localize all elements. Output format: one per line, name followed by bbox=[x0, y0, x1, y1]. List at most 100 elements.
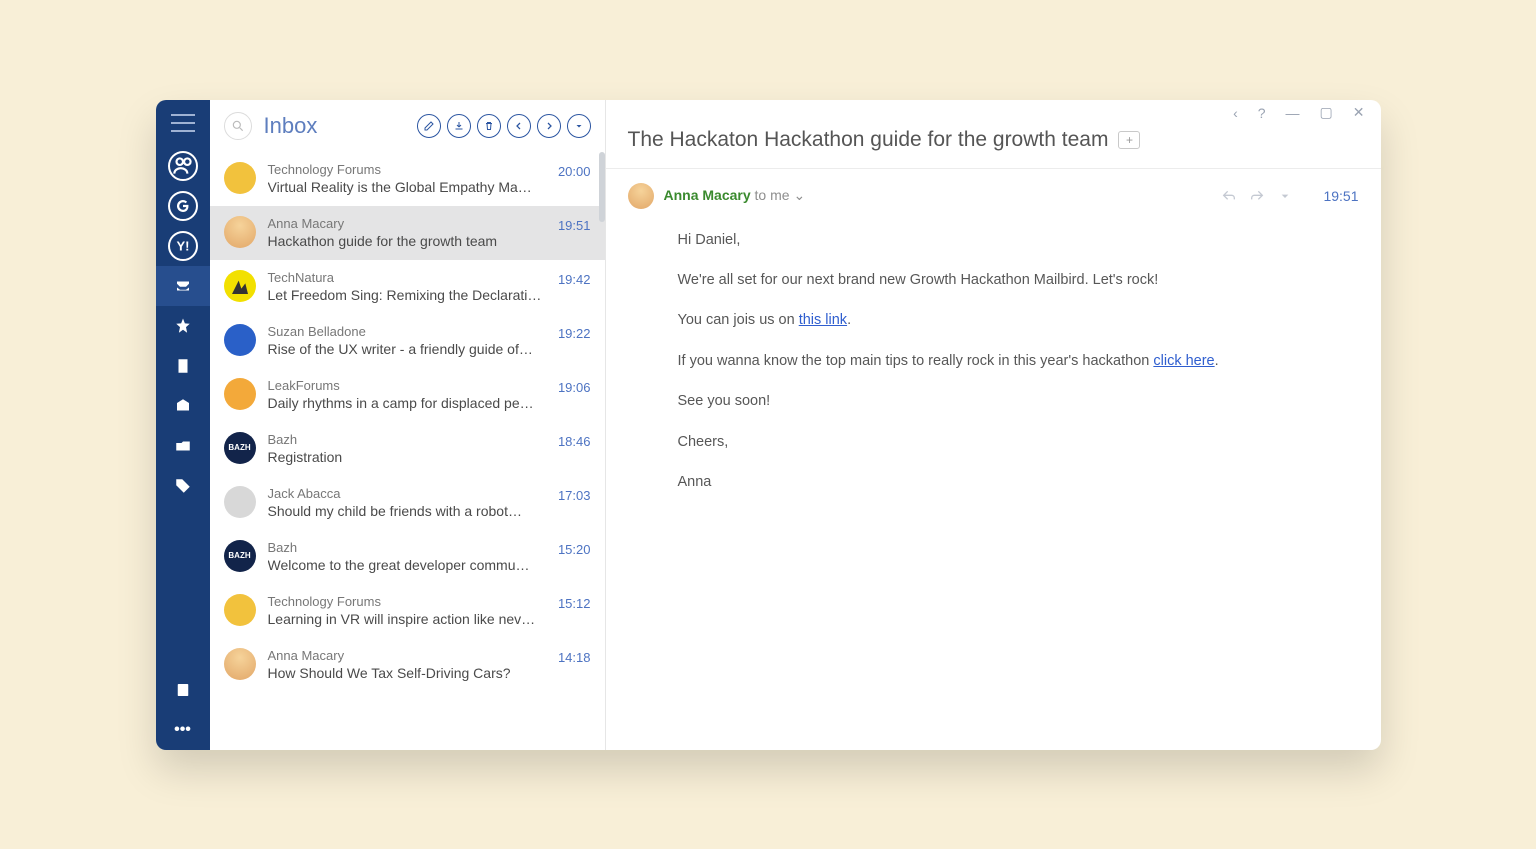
list-header: Inbox bbox=[210, 100, 605, 152]
back-button[interactable]: ‹ bbox=[1233, 105, 1238, 121]
search-icon[interactable] bbox=[224, 112, 252, 140]
message-actions: 19:51 bbox=[1221, 188, 1358, 204]
sender: Suzan Belladone bbox=[268, 324, 546, 339]
app-window: Y! ••• In bbox=[156, 100, 1381, 750]
more-button[interactable] bbox=[567, 114, 591, 138]
subject: Daily rhythms in a camp for displaced pe… bbox=[268, 395, 546, 411]
dropdown-icon[interactable] bbox=[1277, 188, 1293, 204]
subject: Registration bbox=[268, 449, 546, 465]
sidebar-item-inbox[interactable] bbox=[156, 266, 210, 306]
reading-pane: ‹ ? — ▢ ✕ The Hackaton Hackathon guide f… bbox=[606, 100, 1381, 750]
sidebar: Y! ••• bbox=[156, 100, 210, 750]
message-body: Hi Daniel, We're all set for our next br… bbox=[606, 223, 1381, 512]
list-toolbar bbox=[417, 114, 591, 138]
avatar bbox=[224, 324, 256, 356]
mail-time: 19:51 bbox=[558, 216, 591, 233]
mail-time: 17:03 bbox=[558, 486, 591, 503]
body-p1: We're all set for our next brand new Gro… bbox=[678, 269, 1359, 291]
from-name: Anna Macary bbox=[664, 187, 751, 203]
subject: Learning in VR will inspire action like … bbox=[268, 611, 546, 627]
subject: Let Freedom Sing: Remixing the Declarati… bbox=[268, 287, 546, 303]
avatar bbox=[224, 270, 256, 302]
mail-row[interactable]: Suzan Belladone Rise of the UX writer - a… bbox=[210, 314, 605, 368]
sender: Bazh bbox=[268, 432, 546, 447]
mail-list: Technology Forums Virtual Reality is the … bbox=[210, 152, 605, 750]
link-this-link[interactable]: this link bbox=[799, 312, 847, 328]
mail-time: 19:06 bbox=[558, 378, 591, 395]
link-click-here[interactable]: click here bbox=[1153, 353, 1214, 369]
subject: Should my child be friends with a robot… bbox=[268, 503, 546, 519]
mail-time: 18:46 bbox=[558, 432, 591, 449]
sender: Technology Forums bbox=[268, 594, 546, 609]
minimize-button[interactable]: — bbox=[1286, 105, 1300, 121]
sidebar-item-attachments[interactable] bbox=[156, 386, 210, 426]
subject: How Should We Tax Self-Driving Cars? bbox=[268, 665, 546, 681]
sender: LeakForums bbox=[268, 378, 546, 393]
help-button[interactable]: ? bbox=[1258, 105, 1266, 121]
avatar: BAZH bbox=[224, 540, 256, 572]
archive-button[interactable] bbox=[447, 114, 471, 138]
message-time: 19:51 bbox=[1323, 188, 1358, 204]
mail-row[interactable]: Technology Forums Learning in VR will ins… bbox=[210, 584, 605, 638]
body-p3: If you wanna know the top main tips to r… bbox=[678, 350, 1359, 372]
mail-time: 20:00 bbox=[558, 162, 591, 179]
subject: Rise of the UX writer - a friendly guide… bbox=[268, 341, 546, 357]
avatar bbox=[224, 594, 256, 626]
forward-button[interactable] bbox=[537, 114, 561, 138]
subject: Welcome to the great developer commu… bbox=[268, 557, 546, 573]
body-p5: Cheers, bbox=[678, 431, 1359, 453]
mail-row[interactable]: BAZHBazhWelcome to the great developer c… bbox=[210, 530, 605, 584]
body-p6: Anna bbox=[678, 471, 1359, 493]
scrollbar[interactable] bbox=[599, 152, 605, 222]
sidebar-item-files[interactable] bbox=[156, 426, 210, 466]
account-yahoo-icon[interactable]: Y! bbox=[168, 231, 198, 261]
sidebar-item-tags[interactable] bbox=[156, 466, 210, 506]
svg-text:Y!: Y! bbox=[176, 238, 189, 253]
from-line: Anna Macary to me ⌄ bbox=[664, 187, 806, 204]
body-p2: You can jois us on this link. bbox=[678, 309, 1359, 331]
sidebar-item-notes[interactable] bbox=[156, 346, 210, 386]
close-button[interactable]: ✕ bbox=[1353, 104, 1365, 121]
subject: Hackathon guide for the growth team bbox=[268, 233, 546, 249]
mail-time: 19:42 bbox=[558, 270, 591, 287]
mail-row[interactable]: Jack AbaccaShould my child be friends wi… bbox=[210, 476, 605, 530]
sidebar-item-starred[interactable] bbox=[156, 306, 210, 346]
compose-button[interactable] bbox=[417, 114, 441, 138]
sidebar-more-icon[interactable]: ••• bbox=[156, 710, 210, 750]
maximize-button[interactable]: ▢ bbox=[1320, 104, 1333, 121]
sender: Anna Macary bbox=[268, 648, 546, 663]
mail-time: 14:18 bbox=[558, 648, 591, 665]
reply-icon[interactable] bbox=[1221, 188, 1237, 204]
account-unified-icon[interactable] bbox=[168, 151, 198, 181]
reply-button[interactable] bbox=[507, 114, 531, 138]
message-title: The Hackaton Hackathon guide for the gro… bbox=[628, 128, 1109, 152]
message-meta: Anna Macary to me ⌄ 19:51 bbox=[606, 169, 1381, 223]
body-greet: Hi Daniel, bbox=[678, 229, 1359, 251]
menu-icon[interactable] bbox=[171, 114, 195, 132]
account-google-icon[interactable] bbox=[168, 191, 198, 221]
sender: Anna Macary bbox=[268, 216, 546, 231]
avatar bbox=[224, 216, 256, 248]
mail-row[interactable]: Anna Macary Hackathon guide for the growt… bbox=[210, 206, 605, 260]
mail-row[interactable]: Anna Macary How Should We Tax Self-Drivin… bbox=[210, 638, 605, 692]
mail-time: 19:22 bbox=[558, 324, 591, 341]
mail-row[interactable]: TechNatura Let Freedom Sing: Remixing the… bbox=[210, 260, 605, 314]
mail-row[interactable]: BAZH Bazh Registration 18:46 bbox=[210, 422, 605, 476]
subject: Virtual Reality is the Global Empathy Ma… bbox=[268, 179, 546, 195]
add-label-button[interactable]: + bbox=[1118, 131, 1140, 149]
to-label: to me ⌄ bbox=[755, 187, 806, 203]
sidebar-item-contacts[interactable] bbox=[156, 670, 210, 710]
folder-title: Inbox bbox=[264, 113, 417, 139]
mail-list-pane: Inbox Technology Forums Virtual Reality i… bbox=[210, 100, 606, 750]
window-controls: ‹ ? — ▢ ✕ bbox=[606, 100, 1381, 126]
mail-time: 15:20 bbox=[558, 540, 591, 557]
avatar: BAZH bbox=[224, 432, 256, 464]
sender-avatar bbox=[628, 183, 654, 209]
mail-row[interactable]: LeakForums Daily rhythms in a camp for di… bbox=[210, 368, 605, 422]
delete-button[interactable] bbox=[477, 114, 501, 138]
sender: TechNatura bbox=[268, 270, 546, 285]
forward-icon[interactable] bbox=[1249, 188, 1265, 204]
mail-row[interactable]: Technology ForumsVirtual Reality is the … bbox=[210, 152, 605, 206]
avatar bbox=[224, 648, 256, 680]
message-title-row: The Hackaton Hackathon guide for the gro… bbox=[606, 126, 1381, 169]
